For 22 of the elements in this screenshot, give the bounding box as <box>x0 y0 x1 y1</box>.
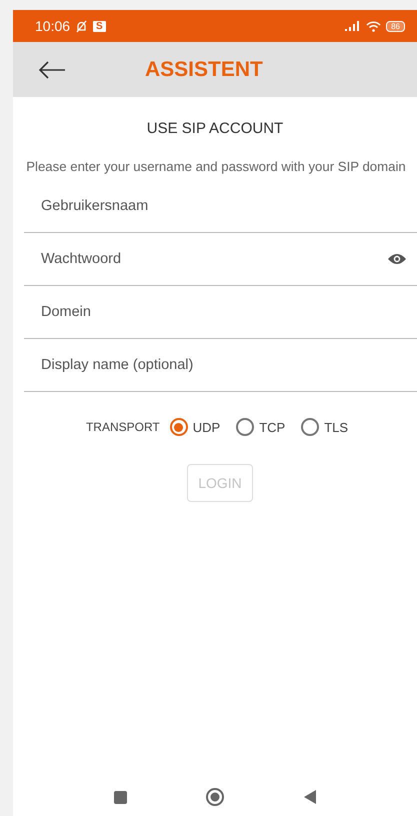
instruction-text: Please enter your username and password with your SIP domain <box>25 159 407 174</box>
input-field[interactable]: Gebruikersnaam <box>41 198 407 214</box>
radio-option[interactable]: TCP <box>236 418 286 436</box>
home-icon[interactable] <box>204 787 224 807</box>
battery-indicator: 86 <box>386 20 405 32</box>
recents-icon[interactable] <box>114 790 126 804</box>
screen-title: ASSISTENT <box>145 58 263 82</box>
back-icon[interactable] <box>302 789 316 805</box>
status-time: 10:06 <box>35 18 70 34</box>
transport-label: TRANSPORT <box>86 420 160 434</box>
radio-option[interactable]: TLS <box>301 418 348 436</box>
input-field[interactable]: Display name (optional) <box>41 357 407 373</box>
back-arrow-icon <box>37 60 67 80</box>
notification-badge: S <box>93 20 106 32</box>
radio-option[interactable]: UDP <box>170 418 220 436</box>
eye-icon[interactable] <box>387 252 407 266</box>
section-heading: USE SIP ACCOUNT <box>146 120 284 137</box>
wifi-icon <box>366 20 382 32</box>
input-field[interactable]: Domein <box>41 304 407 320</box>
signal-icon <box>345 21 362 31</box>
input-field[interactable]: Wachtwoord <box>41 251 387 267</box>
muted-bell-icon <box>75 20 88 32</box>
